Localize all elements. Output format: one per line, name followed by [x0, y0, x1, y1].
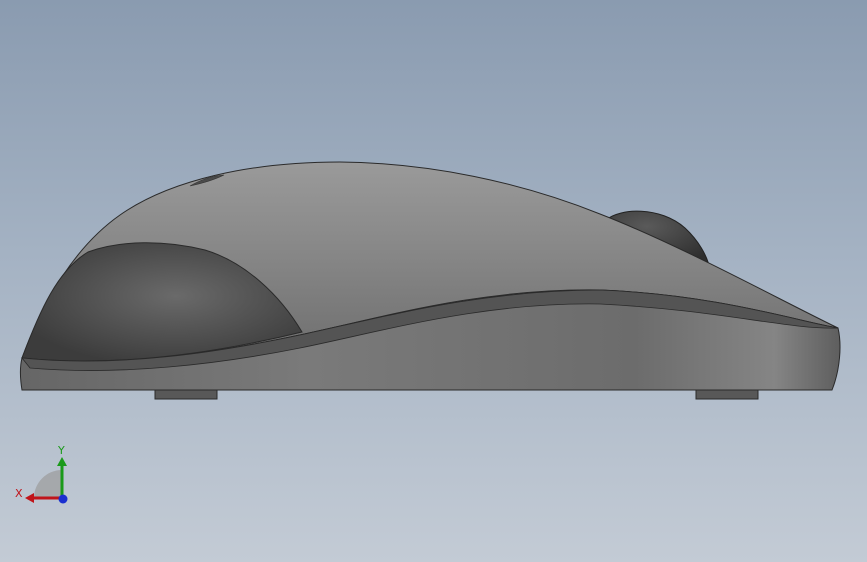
y-axis-arrowhead	[57, 457, 67, 466]
mouse-model[interactable]	[0, 0, 867, 562]
x-axis-arrowhead	[25, 493, 34, 503]
x-axis-label: X	[15, 487, 23, 500]
graphics-viewport[interactable]: Y X	[0, 0, 867, 562]
y-axis-label: Y	[57, 444, 65, 457]
triad-plane-indicator	[34, 470, 62, 498]
orientation-triad[interactable]: Y X	[12, 440, 76, 510]
z-axis-dot	[58, 494, 68, 504]
